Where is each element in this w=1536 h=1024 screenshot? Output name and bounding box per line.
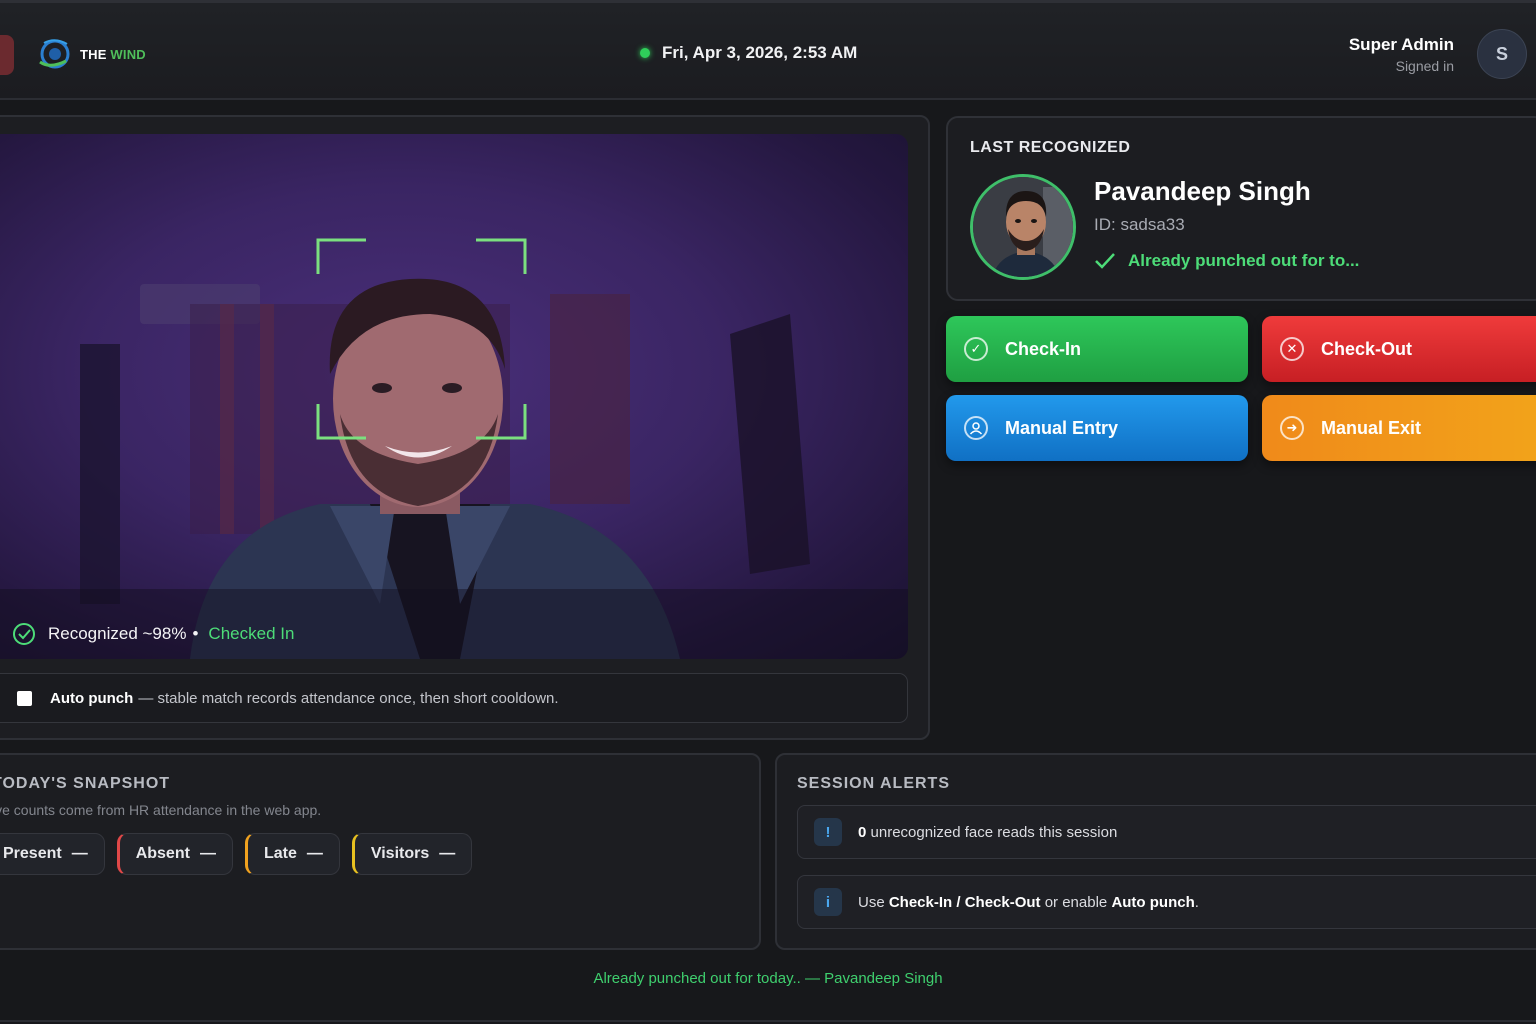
last-recognized-card: LAST RECOGNIZED Pavandeep Singh ID: sads… — [946, 116, 1536, 301]
person-status: Already punched out for to... — [1094, 251, 1359, 271]
auto-punch-row: Auto punch — stable match records attend… — [0, 673, 908, 723]
check-out-label: Check-Out — [1321, 338, 1413, 359]
alert-info-icon: i — [814, 888, 842, 916]
snapshot-subtitle: ive counts come from HR attendance in th… — [0, 802, 322, 818]
footer-status-message: Already punched out for today.. — Pavand… — [593, 970, 943, 987]
chip-value: — — [71, 845, 88, 862]
chip-value: — — [439, 845, 456, 862]
auto-punch-checkbox[interactable] — [17, 690, 32, 706]
last-recognized-title: LAST RECOGNIZED — [970, 139, 1131, 156]
alerts-title: SESSION ALERTS — [797, 775, 950, 792]
camera-scene — [0, 238, 908, 659]
session-alerts-panel: SESSION ALERTS ! 0 unrecognized face rea… — [775, 753, 1536, 950]
user-info: Super Admin Signed in — [1349, 35, 1454, 74]
snapshot-title: TODAY'S SNAPSHOT — [0, 775, 171, 792]
chip-visitors[interactable]: Visitors — — [351, 833, 473, 875]
snapshot-chips: Present — Absent — Late — Visitors — — [0, 833, 484, 875]
chip-value: — — [199, 845, 216, 862]
chip-value: — — [306, 845, 323, 862]
close-circle-icon: ✕ — [1280, 337, 1304, 361]
check-in-button[interactable]: ✓ Check-In — [946, 316, 1248, 382]
checked-status: Checked In — [208, 624, 295, 643]
menu-toggle-tab[interactable] — [0, 35, 14, 75]
person-photo — [970, 174, 1076, 280]
manual-entry-button[interactable]: Manual Entry — [946, 395, 1248, 461]
alert-text: Use Check-In / Check-Out or enable Auto … — [858, 893, 1199, 911]
logo-globe-icon — [39, 39, 70, 69]
check-circle-icon — [13, 623, 35, 645]
top-bar: THE WIND Fri, Apr 3, 2026, 2:53 AM Super… — [0, 0, 1536, 100]
user-name: Super Admin — [1348, 35, 1454, 54]
camera-feed — [0, 134, 908, 659]
auto-punch-label: Auto punch — [50, 689, 134, 707]
recognition-status: Recognized ~98% • Checked In — [12, 622, 294, 646]
user-status: Signed in — [1395, 58, 1454, 74]
chip-present[interactable]: Present — — [0, 833, 105, 875]
chip-label: Visitors — [370, 845, 430, 862]
chip-label: Absent — [135, 845, 190, 862]
check-out-button[interactable]: ✕ Check-Out — [1262, 316, 1536, 382]
manual-exit-label: Manual Exit — [1321, 417, 1422, 438]
live-status-dot — [640, 48, 650, 58]
recognition-confidence: Recognized ~98% — [48, 624, 187, 643]
person-name: Pavandeep Singh — [1094, 176, 1311, 206]
todays-snapshot-panel: TODAY'S SNAPSHOT ive counts come from HR… — [0, 753, 761, 950]
check-icon — [1095, 253, 1115, 269]
chip-label: Present — [3, 845, 62, 862]
person-id: ID: sadsa33 — [1094, 215, 1185, 234]
arrow-right-icon: ➜ — [1280, 416, 1304, 440]
chip-late[interactable]: Late — — [244, 833, 340, 875]
chip-label: Late — [263, 845, 297, 862]
avatar[interactable]: S — [1477, 29, 1527, 79]
logo: THE WIND — [36, 35, 146, 73]
alert-warning-icon: ! — [814, 818, 842, 846]
bottom-divider — [0, 1020, 1536, 1022]
check-circle-icon: ✓ — [964, 337, 988, 361]
alert-text: 0 unrecognized face reads this session — [858, 823, 1118, 841]
separator: • — [192, 624, 199, 643]
alert-item: i Use Check-In / Check-Out or enable Aut… — [797, 875, 1536, 929]
datetime-display: Fri, Apr 3, 2026, 2:53 AM — [640, 43, 857, 63]
logo-text: THE WIND — [80, 46, 146, 62]
check-in-label: Check-In — [1005, 338, 1082, 359]
auto-punch-description: — stable match records attendance once, … — [138, 689, 559, 707]
manual-entry-label: Manual Entry — [1005, 417, 1119, 438]
datetime-text: Fri, Apr 3, 2026, 2:53 AM — [662, 43, 858, 62]
user-icon — [964, 416, 988, 440]
chip-absent[interactable]: Absent — — [116, 833, 233, 875]
person-status-text: Already punched out for to... — [1128, 251, 1360, 270]
manual-exit-button[interactable]: ➜ Manual Exit — [1262, 395, 1536, 461]
alert-item: ! 0 unrecognized face reads this session — [797, 805, 1536, 859]
